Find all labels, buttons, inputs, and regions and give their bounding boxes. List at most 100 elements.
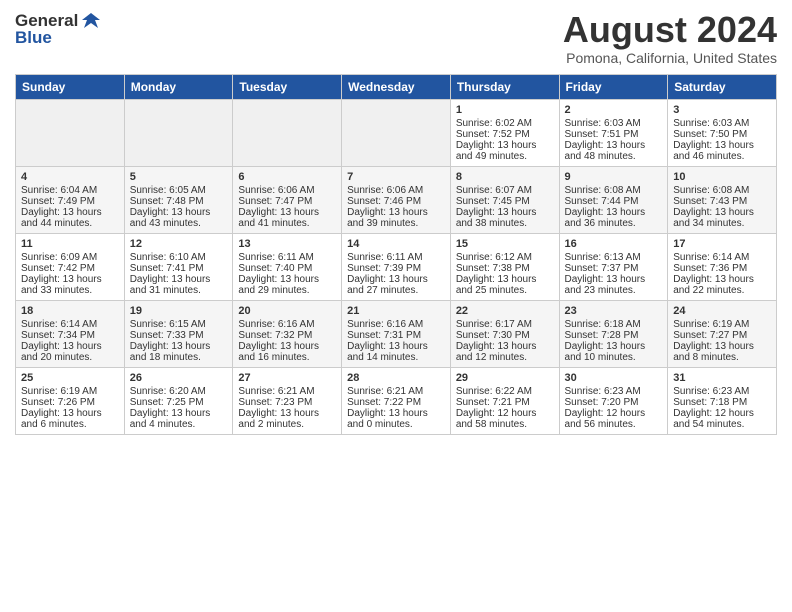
calendar-cell: 1Sunrise: 6:02 AMSunset: 7:52 PMDaylight… bbox=[450, 99, 559, 166]
calendar-cell bbox=[124, 99, 233, 166]
day-number: 30 bbox=[565, 372, 663, 384]
sunrise-text: Sunrise: 6:08 AM bbox=[565, 185, 663, 196]
daylight-label: Daylight: 13 hours and 43 minutes. bbox=[130, 207, 228, 229]
calendar-cell: 29Sunrise: 6:22 AMSunset: 7:21 PMDayligh… bbox=[450, 367, 559, 434]
sunrise-text: Sunrise: 6:15 AM bbox=[130, 319, 228, 330]
daylight-label: Daylight: 13 hours and 8 minutes. bbox=[673, 341, 771, 363]
daylight-label: Daylight: 13 hours and 33 minutes. bbox=[21, 274, 119, 296]
sunrise-text: Sunrise: 6:21 AM bbox=[238, 386, 336, 397]
daylight-label: Daylight: 13 hours and 29 minutes. bbox=[238, 274, 336, 296]
day-number: 10 bbox=[673, 171, 771, 183]
daylight-label: Daylight: 13 hours and 25 minutes. bbox=[456, 274, 554, 296]
calendar-cell bbox=[342, 99, 451, 166]
sunset-text: Sunset: 7:44 PM bbox=[565, 196, 663, 207]
sunset-text: Sunset: 7:22 PM bbox=[347, 397, 445, 408]
daylight-label: Daylight: 13 hours and 27 minutes. bbox=[347, 274, 445, 296]
day-number: 17 bbox=[673, 238, 771, 250]
day-number: 19 bbox=[130, 305, 228, 317]
weekday-header-row: SundayMondayTuesdayWednesdayThursdayFrid… bbox=[16, 74, 777, 99]
calendar-cell: 18Sunrise: 6:14 AMSunset: 7:34 PMDayligh… bbox=[16, 300, 125, 367]
sunrise-text: Sunrise: 6:21 AM bbox=[347, 386, 445, 397]
calendar-week-row: 1Sunrise: 6:02 AMSunset: 7:52 PMDaylight… bbox=[16, 99, 777, 166]
daylight-label: Daylight: 13 hours and 0 minutes. bbox=[347, 408, 445, 430]
calendar-cell: 26Sunrise: 6:20 AMSunset: 7:25 PMDayligh… bbox=[124, 367, 233, 434]
sunset-text: Sunset: 7:41 PM bbox=[130, 263, 228, 274]
daylight-label: Daylight: 13 hours and 44 minutes. bbox=[21, 207, 119, 229]
calendar-cell: 25Sunrise: 6:19 AMSunset: 7:26 PMDayligh… bbox=[16, 367, 125, 434]
calendar-week-row: 11Sunrise: 6:09 AMSunset: 7:42 PMDayligh… bbox=[16, 233, 777, 300]
day-number: 22 bbox=[456, 305, 554, 317]
sunset-text: Sunset: 7:47 PM bbox=[238, 196, 336, 207]
calendar-cell: 27Sunrise: 6:21 AMSunset: 7:23 PMDayligh… bbox=[233, 367, 342, 434]
day-number: 29 bbox=[456, 372, 554, 384]
sunset-text: Sunset: 7:30 PM bbox=[456, 330, 554, 341]
logo-bird-icon bbox=[80, 10, 102, 32]
calendar-week-row: 18Sunrise: 6:14 AMSunset: 7:34 PMDayligh… bbox=[16, 300, 777, 367]
calendar-week-row: 4Sunrise: 6:04 AMSunset: 7:49 PMDaylight… bbox=[16, 166, 777, 233]
calendar-cell: 2Sunrise: 6:03 AMSunset: 7:51 PMDaylight… bbox=[559, 99, 668, 166]
day-number: 25 bbox=[21, 372, 119, 384]
sunset-text: Sunset: 7:48 PM bbox=[130, 196, 228, 207]
calendar-cell: 10Sunrise: 6:08 AMSunset: 7:43 PMDayligh… bbox=[668, 166, 777, 233]
sunset-text: Sunset: 7:20 PM bbox=[565, 397, 663, 408]
sunset-text: Sunset: 7:51 PM bbox=[565, 129, 663, 140]
day-number: 13 bbox=[238, 238, 336, 250]
sunrise-text: Sunrise: 6:14 AM bbox=[673, 252, 771, 263]
calendar-cell: 14Sunrise: 6:11 AMSunset: 7:39 PMDayligh… bbox=[342, 233, 451, 300]
title-area: August 2024 Pomona, California, United S… bbox=[563, 10, 777, 66]
day-number: 15 bbox=[456, 238, 554, 250]
calendar-cell: 4Sunrise: 6:04 AMSunset: 7:49 PMDaylight… bbox=[16, 166, 125, 233]
calendar-cell: 28 Sunrise: 6:21 AMSunset: 7:22 PMDayligh… bbox=[342, 367, 451, 434]
sunrise-text: Sunrise: 6:23 AM bbox=[565, 386, 663, 397]
sunrise-text: Sunrise: 6:04 AM bbox=[21, 185, 119, 196]
daylight-label: Daylight: 13 hours and 10 minutes. bbox=[565, 341, 663, 363]
sunrise-text: Sunrise: 6:02 AM bbox=[456, 118, 554, 129]
sunset-text: Sunset: 7:52 PM bbox=[456, 129, 554, 140]
sunset-text: Sunset: 7:34 PM bbox=[21, 330, 119, 341]
calendar-cell bbox=[233, 99, 342, 166]
weekday-header: Sunday bbox=[16, 74, 125, 99]
calendar-cell: 7Sunrise: 6:06 AMSunset: 7:46 PMDaylight… bbox=[342, 166, 451, 233]
sunset-text: Sunset: 7:37 PM bbox=[565, 263, 663, 274]
day-number: 26 bbox=[130, 372, 228, 384]
calendar: SundayMondayTuesdayWednesdayThursdayFrid… bbox=[15, 74, 777, 435]
logo: General Blue bbox=[15, 10, 102, 48]
daylight-label: Daylight: 13 hours and 4 minutes. bbox=[130, 408, 228, 430]
sunset-text: Sunset: 7:46 PM bbox=[347, 196, 445, 207]
calendar-cell bbox=[16, 99, 125, 166]
sunset-text: Sunset: 7:39 PM bbox=[347, 263, 445, 274]
day-number: 8 bbox=[456, 171, 554, 183]
weekday-header: Thursday bbox=[450, 74, 559, 99]
daylight-label: Daylight: 13 hours and 23 minutes. bbox=[565, 274, 663, 296]
sunset-text: Sunset: 7:45 PM bbox=[456, 196, 554, 207]
daylight-label: Daylight: 12 hours and 56 minutes. bbox=[565, 408, 663, 430]
sunset-text: Sunset: 7:32 PM bbox=[238, 330, 336, 341]
daylight-label: Daylight: 13 hours and 6 minutes. bbox=[21, 408, 119, 430]
sunset-text: Sunset: 7:33 PM bbox=[130, 330, 228, 341]
daylight-label: Daylight: 13 hours and 22 minutes. bbox=[673, 274, 771, 296]
calendar-cell: 15Sunrise: 6:12 AMSunset: 7:38 PMDayligh… bbox=[450, 233, 559, 300]
logo-blue-text: Blue bbox=[15, 28, 52, 48]
daylight-label: Daylight: 13 hours and 38 minutes. bbox=[456, 207, 554, 229]
weekday-header: Friday bbox=[559, 74, 668, 99]
sunrise-text: Sunrise: 6:12 AM bbox=[456, 252, 554, 263]
day-number: 28 bbox=[347, 372, 445, 384]
calendar-cell: 9Sunrise: 6:08 AMSunset: 7:44 PMDaylight… bbox=[559, 166, 668, 233]
sunrise-text: Sunrise: 6:18 AM bbox=[565, 319, 663, 330]
daylight-label: Daylight: 13 hours and 31 minutes. bbox=[130, 274, 228, 296]
day-number: 18 bbox=[21, 305, 119, 317]
sunset-text: Sunset: 7:27 PM bbox=[673, 330, 771, 341]
calendar-cell: 17Sunrise: 6:14 AMSunset: 7:36 PMDayligh… bbox=[668, 233, 777, 300]
day-number: 11 bbox=[21, 238, 119, 250]
daylight-label: Daylight: 13 hours and 36 minutes. bbox=[565, 207, 663, 229]
daylight-label: Daylight: 13 hours and 46 minutes. bbox=[673, 140, 771, 162]
sunrise-text: Sunrise: 6:10 AM bbox=[130, 252, 228, 263]
day-number: 3 bbox=[673, 104, 771, 116]
sunset-text: Sunset: 7:50 PM bbox=[673, 129, 771, 140]
day-number: 14 bbox=[347, 238, 445, 250]
weekday-header: Wednesday bbox=[342, 74, 451, 99]
calendar-cell: 19Sunrise: 6:15 AMSunset: 7:33 PMDayligh… bbox=[124, 300, 233, 367]
sunset-text: Sunset: 7:43 PM bbox=[673, 196, 771, 207]
day-number: 16 bbox=[565, 238, 663, 250]
sunrise-text: Sunrise: 6:07 AM bbox=[456, 185, 554, 196]
